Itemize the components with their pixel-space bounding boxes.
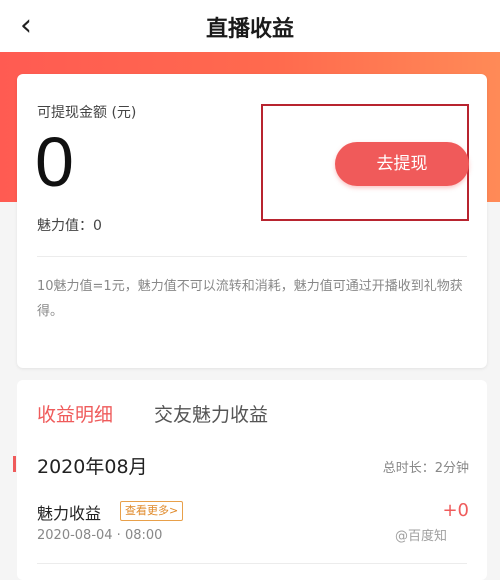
page-title: 直播收益 <box>205 17 294 42</box>
withdraw-button[interactable]: 去提现 <box>335 142 469 186</box>
record-time: 2020-08-04 · 08:00 <box>37 528 163 543</box>
divider <box>37 256 467 257</box>
charm-conversion-note: 10魅力值=1元，魅力值不可以流转和消耗，魅力值可通过开播收到礼物获得。 <box>37 279 463 319</box>
month-heading: 2020年08月 <box>37 456 148 478</box>
tab-friend-charm-income[interactable]: 交友魅力收益 <box>154 400 268 427</box>
tab-income-details[interactable]: 收益明细 <box>37 400 113 427</box>
withdrawable-amount-label: 可提现金额 (元) <box>37 105 137 121</box>
total-duration: 总时长：2分钟 <box>382 461 469 476</box>
record-title: 魅力收益 <box>37 504 102 523</box>
divider <box>37 563 467 564</box>
watermark: @百度知 <box>395 529 448 544</box>
top-bar: ‹ 直播收益 <box>0 0 500 52</box>
charm-value: 魅力值：0 <box>37 218 102 234</box>
income-details-card: 收益明细 交友魅力收益 2020年08月 总时长：2分钟 魅力收益 查看更多> … <box>17 380 487 580</box>
balance-card: 可提现金额 (元) 0 魅力值：0 去提现 10魅力值=1元，魅力值不可以流转和… <box>17 74 487 368</box>
withdrawable-amount-value: 0 <box>35 123 74 201</box>
section-accent-bar <box>13 456 16 472</box>
record-value: +0 <box>442 500 469 521</box>
view-more-button[interactable]: 查看更多> <box>120 501 184 521</box>
